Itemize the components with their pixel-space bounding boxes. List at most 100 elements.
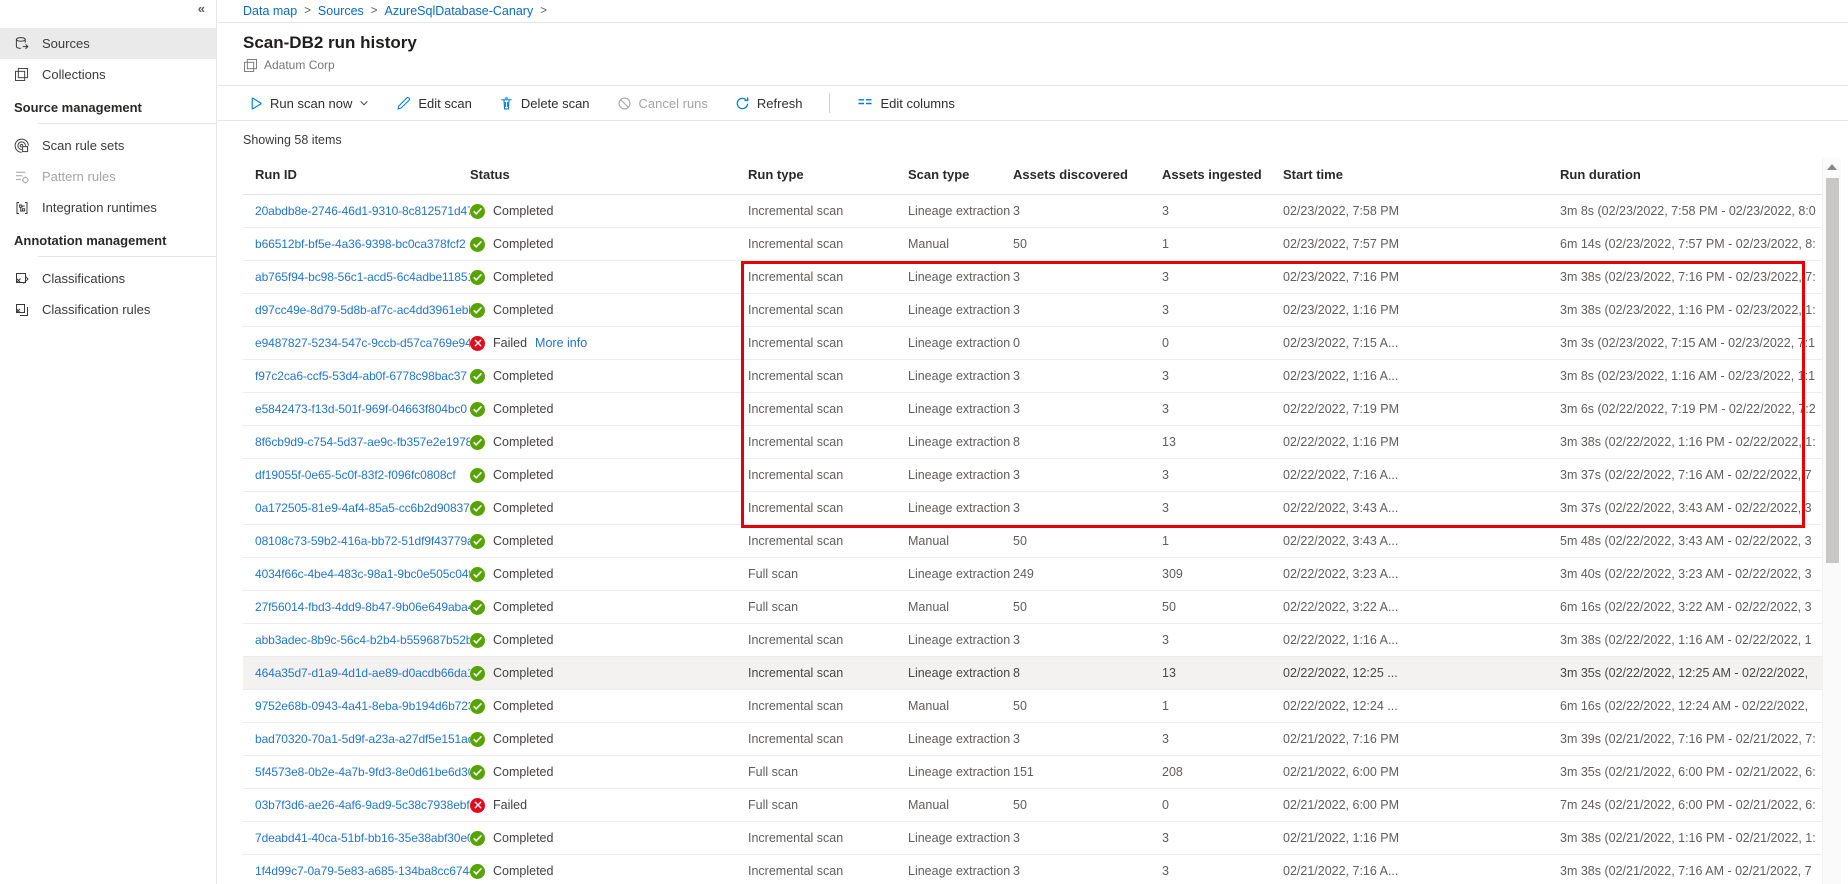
run-id-link[interactable]: 5f4573e8-0b2e-4a7b-9fd3-8e0d61be6d30 bbox=[255, 765, 470, 779]
column-header-run-type[interactable]: Run type bbox=[748, 167, 908, 182]
run-id-link[interactable]: bad70320-70a1-5d9f-a23a-a27df5e151ad bbox=[255, 732, 470, 746]
cell-run-type: Incremental scan bbox=[748, 369, 844, 383]
run-id-link[interactable]: e9487827-5234-547c-9ccb-d57ca769e94f bbox=[255, 336, 470, 350]
delete-scan-button[interactable]: Delete scan bbox=[499, 96, 590, 111]
run-id-link[interactable]: 8f6cb9d9-c754-5d37-ae9c-fb357e2e1978 bbox=[255, 435, 470, 449]
cell-status: Completed bbox=[470, 764, 748, 780]
run-id-link[interactable]: 464a35d7-d1a9-4d1d-ae89-d0acdb66da1d bbox=[255, 666, 470, 680]
cell-run-id: 8f6cb9d9-c754-5d37-ae9c-fb357e2e1978 bbox=[255, 435, 470, 449]
sidebar-item-classifications[interactable]: Classifications bbox=[0, 263, 216, 294]
cell-scan-type: Lineage extraction bbox=[908, 765, 1011, 779]
table-row[interactable]: 20abdb8e-2746-46d1-9310-8c812571d47f Comp… bbox=[243, 195, 1822, 228]
table-row[interactable]: 03b7f3d6-ae26-4af6-9ad9-5c38c7938ebf Fail… bbox=[243, 789, 1822, 822]
more-info-link[interactable]: More info bbox=[535, 336, 587, 350]
cell-run-type: Incremental scan bbox=[748, 864, 844, 878]
run-id-link[interactable]: df19055f-0e65-5c0f-83f2-f096fc0808cf bbox=[255, 468, 456, 482]
table-row[interactable]: 08108c73-59b2-416a-bb72-51df9f43779a Comp… bbox=[243, 525, 1822, 558]
table-row[interactable]: 4034f66c-4be4-483c-98a1-9bc0e505c04f Comp… bbox=[243, 558, 1822, 591]
column-header-start-time[interactable]: Start time bbox=[1283, 167, 1560, 182]
run-id-link[interactable]: 03b7f3d6-ae26-4af6-9ad9-5c38c7938ebf bbox=[255, 798, 470, 812]
breadcrumb-link-azuresqldatabase-canary[interactable]: AzureSqlDatabase-Canary bbox=[385, 4, 534, 18]
run-id-link[interactable]: 7deabd41-40ca-51bf-bb16-35e38abf30e0 bbox=[255, 831, 470, 845]
run-id-link[interactable]: 20abdb8e-2746-46d1-9310-8c812571d47f bbox=[255, 204, 470, 218]
table-row[interactable]: 5f4573e8-0b2e-4a7b-9fd3-8e0d61be6d30 Comp… bbox=[243, 756, 1822, 789]
run-id-link[interactable]: 08108c73-59b2-416a-bb72-51df9f43779a bbox=[255, 534, 470, 548]
table-row[interactable]: d97cc49e-8d79-5d8b-af7c-ac4dd3961ebb Comp… bbox=[243, 294, 1822, 327]
collapse-sidebar-icon[interactable]: « bbox=[198, 1, 205, 16]
table-row[interactable]: 1f4d99c7-0a79-5e83-a685-134ba8cc6744 Comp… bbox=[243, 855, 1822, 884]
breadcrumb-link-sources[interactable]: Sources bbox=[318, 4, 364, 18]
column-header-assets-discovered[interactable]: Assets discovered bbox=[1013, 167, 1162, 182]
breadcrumb-link-data-map[interactable]: Data map bbox=[243, 4, 297, 18]
cell-start-time: 02/21/2022, 6:00 PM bbox=[1283, 765, 1400, 779]
scrollbar-up-arrow-icon[interactable] bbox=[1823, 158, 1841, 176]
scrollbar-thumb[interactable] bbox=[1826, 178, 1839, 563]
run-id-link[interactable]: ab765f94-bc98-56c1-acd5-6c4adbe11851 bbox=[255, 270, 470, 284]
cell-assets-ingested: 3 bbox=[1162, 270, 1169, 284]
cell-run-id: 4034f66c-4be4-483c-98a1-9bc0e505c04f bbox=[255, 567, 470, 581]
run-id-link[interactable]: 9752e68b-0943-4a41-8eba-9b194d6b723c bbox=[255, 699, 470, 713]
table-row[interactable]: 0a172505-81e9-4af4-85a5-cc6b2d908379 Comp… bbox=[243, 492, 1822, 525]
sidebar-item-integration-runtimes[interactable]: Integration runtimes bbox=[0, 192, 216, 223]
sidebar-item-label: Pattern rules bbox=[42, 169, 116, 184]
column-header-assets-ingested[interactable]: Assets ingested bbox=[1162, 167, 1283, 182]
run-id-link[interactable]: 4034f66c-4be4-483c-98a1-9bc0e505c04f bbox=[255, 567, 470, 581]
column-header-run-duration[interactable]: Run duration bbox=[1560, 167, 1822, 182]
table-row[interactable]: df19055f-0e65-5c0f-83f2-f096fc0808cf Comp… bbox=[243, 459, 1822, 492]
table-row[interactable]: 464a35d7-d1a9-4d1d-ae89-d0acdb66da1d Comp… bbox=[243, 657, 1822, 690]
sidebar-item-collections[interactable]: Collections bbox=[0, 59, 216, 90]
edit-columns-button[interactable]: Edit columns bbox=[857, 96, 955, 111]
run-id-link[interactable]: d97cc49e-8d79-5d8b-af7c-ac4dd3961ebb bbox=[255, 303, 470, 317]
run-id-link[interactable]: abb3adec-8b9c-56c4-b2b4-b559687b52b8 bbox=[255, 633, 470, 647]
table-row[interactable]: 7deabd41-40ca-51bf-bb16-35e38abf30e0 Comp… bbox=[243, 822, 1822, 855]
table-row[interactable]: bad70320-70a1-5d9f-a23a-a27df5e151ad Comp… bbox=[243, 723, 1822, 756]
table-row[interactable]: b66512bf-bf5e-4a36-9398-bc0ca378fcf2 Comp… bbox=[243, 228, 1822, 261]
status-completed-icon bbox=[470, 500, 485, 516]
cell-run-id: 20abdb8e-2746-46d1-9310-8c812571d47f bbox=[255, 204, 470, 218]
column-header-run-id[interactable]: Run ID bbox=[255, 167, 470, 182]
sidebar-item-classification-rules[interactable]: Classification rules bbox=[0, 294, 216, 325]
run-id-link[interactable]: 1f4d99c7-0a79-5e83-a685-134ba8cc6744 bbox=[255, 864, 470, 878]
table-row[interactable]: f97c2ca6-ccf5-53d4-ab0f-6778c98bac37 Comp… bbox=[243, 360, 1822, 393]
table-row[interactable]: e5842473-f13d-501f-969f-04663f804bc0 Comp… bbox=[243, 393, 1822, 426]
status-completed-icon bbox=[470, 302, 485, 318]
cell-assets-ingested: 3 bbox=[1162, 303, 1169, 317]
vertical-scrollbar[interactable] bbox=[1822, 158, 1841, 884]
table-row[interactable]: 8f6cb9d9-c754-5d37-ae9c-fb357e2e1978 Comp… bbox=[243, 426, 1822, 459]
cell-status: Completed bbox=[470, 698, 748, 714]
status-completed-icon bbox=[470, 599, 485, 615]
run-id-link[interactable]: e5842473-f13d-501f-969f-04663f804bc0 bbox=[255, 402, 467, 416]
status-label: Completed bbox=[493, 468, 554, 482]
cell-start-time: 02/21/2022, 6:00 PM bbox=[1283, 798, 1400, 812]
run-id-link[interactable]: b66512bf-bf5e-4a36-9398-bc0ca378fcf2 bbox=[255, 237, 466, 251]
table-row[interactable]: ab765f94-bc98-56c1-acd5-6c4adbe11851 Comp… bbox=[243, 261, 1822, 294]
page-title: Scan-DB2 run history bbox=[243, 33, 417, 52]
run-scan-now-button[interactable]: Run scan now bbox=[248, 96, 369, 111]
run-id-link[interactable]: 0a172505-81e9-4af4-85a5-cc6b2d908379 bbox=[255, 501, 470, 515]
sidebar-item-sources[interactable]: Sources bbox=[0, 28, 216, 59]
table-row[interactable]: 27f56014-fbd3-4dd9-8b47-9b06e649aba4 Comp… bbox=[243, 591, 1822, 624]
cell-run-type: Incremental scan bbox=[748, 633, 844, 647]
table-row[interactable]: e9487827-5234-547c-9ccb-d57ca769e94f Fail… bbox=[243, 327, 1822, 360]
cell-run-type: Full scan bbox=[748, 798, 799, 812]
status-label: Completed bbox=[493, 666, 554, 680]
run-id-link[interactable]: f97c2ca6-ccf5-53d4-ab0f-6778c98bac37 bbox=[255, 369, 467, 383]
cell-assets-discovered: 50 bbox=[1013, 798, 1027, 812]
cell-start-time: 02/23/2022, 7:15 A... bbox=[1283, 336, 1399, 350]
sidebar-section-source-management: Source management bbox=[14, 100, 142, 115]
sidebar-item-scan-rule-sets[interactable]: Scan rule sets bbox=[0, 130, 216, 161]
run-id-link[interactable]: 27f56014-fbd3-4dd9-8b47-9b06e649aba4 bbox=[255, 600, 470, 614]
edit-scan-button[interactable]: Edit scan bbox=[396, 96, 472, 111]
column-header-status[interactable]: Status bbox=[470, 167, 748, 182]
column-header-scan-type[interactable]: Scan type bbox=[908, 167, 1013, 182]
cell-status: Completed bbox=[470, 665, 748, 681]
refresh-button[interactable]: Refresh bbox=[735, 96, 802, 111]
cell-start-time: 02/22/2022, 3:43 A... bbox=[1283, 501, 1399, 515]
status-label: Completed bbox=[493, 237, 554, 251]
status-label: Completed bbox=[493, 765, 554, 779]
status-completed-icon bbox=[470, 665, 485, 681]
cell-scan-type: Manual bbox=[908, 798, 949, 812]
cell-scan-type: Manual bbox=[908, 534, 949, 548]
table-row[interactable]: abb3adec-8b9c-56c4-b2b4-b559687b52b8 Comp… bbox=[243, 624, 1822, 657]
table-row[interactable]: 9752e68b-0943-4a41-8eba-9b194d6b723c Comp… bbox=[243, 690, 1822, 723]
